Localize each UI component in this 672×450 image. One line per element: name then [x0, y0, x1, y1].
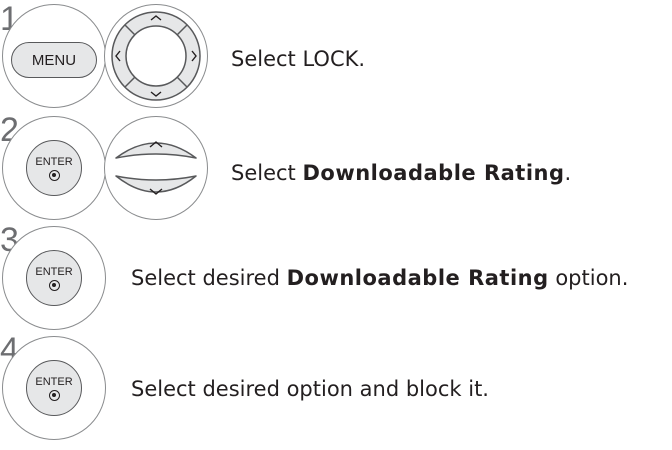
four-way-arrow-pad-icon[interactable] — [106, 6, 206, 106]
menu-button-label: MENU — [31, 51, 77, 69]
enter-button-label: ENTER — [35, 375, 73, 388]
instruction-text: Select desired — [131, 266, 287, 290]
enter-button-label: ENTER — [35, 265, 73, 278]
up-down-arrow-pad-icon[interactable] — [106, 118, 206, 218]
enter-button[interactable]: ENTER — [26, 360, 82, 416]
instruction-bold: Downloadable Rating — [302, 161, 565, 185]
step-4: 4 ENTER Select desired option and block … — [0, 330, 672, 450]
step-1-instruction: Select LOCK. — [231, 49, 365, 70]
menu-button[interactable]: MENU — [11, 42, 97, 78]
enter-button[interactable]: ENTER — [26, 140, 82, 196]
step-2: 2 ENTER Select Downloadable Rating. — [0, 110, 672, 220]
instruction-suffix: . — [564, 161, 572, 185]
instruction-bold: Downloadable Rating — [286, 266, 549, 290]
step-3-instruction: Select desired Downloadable Rating optio… — [131, 268, 628, 289]
enter-dot-icon — [48, 389, 60, 401]
enter-dot-icon — [48, 169, 60, 181]
enter-button-label: ENTER — [35, 155, 73, 168]
instruction-text: Select LOCK. — [231, 47, 366, 71]
enter-dot-icon — [48, 279, 60, 291]
step-1: 1 MENU Select LOCK. — [0, 0, 672, 110]
step-2-instruction: Select Downloadable Rating. — [231, 163, 571, 184]
step-4-instruction: Select desired option and block it. — [131, 379, 489, 400]
enter-button[interactable]: ENTER — [26, 250, 82, 306]
instruction-text: Select — [231, 161, 303, 185]
instruction-text: Select desired option and block it. — [131, 377, 489, 401]
instruction-suffix: option. — [548, 266, 629, 290]
step-3: 3 ENTER Select desired Downloadable Rati… — [0, 218, 672, 330]
